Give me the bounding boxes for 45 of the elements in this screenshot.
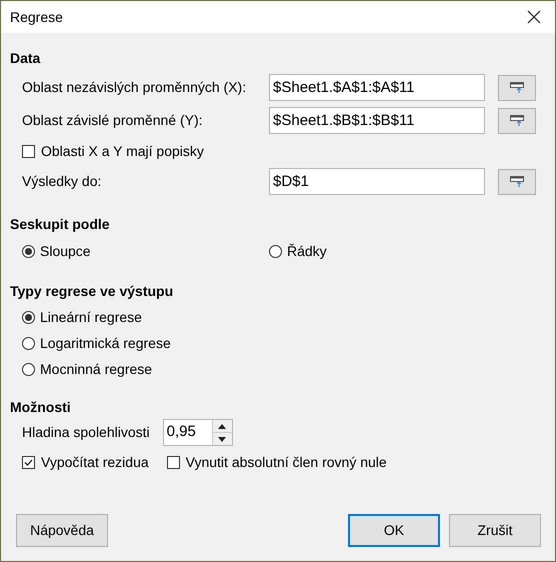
field-label: Oblast závislé proměnné (Y): (22, 111, 204, 130)
checkbox-label: Vynutit absolutní člen rovný nule (186, 453, 387, 472)
radio-label: Řádky (287, 242, 327, 261)
radio-button[interactable] (269, 245, 282, 258)
spin-up-button[interactable] (212, 420, 232, 433)
field-label: Výsledky do: (22, 172, 102, 191)
checkbox-label: Vypočítat rezidua (41, 453, 149, 472)
radio-label: Logaritmická regrese (40, 334, 171, 353)
spin-label: Hladina spolehlivosti (22, 423, 150, 442)
section-heading: Data (10, 49, 42, 67)
down-icon (218, 436, 226, 442)
checkbox[interactable] (22, 456, 35, 469)
dialog-button[interactable]: Nápověda (16, 514, 108, 547)
range-field[interactable]: $Sheet1.$A$1:$A$11 (269, 74, 485, 101)
radio-button[interactable] (22, 336, 35, 350)
radio-button[interactable] (22, 310, 35, 324)
close-button[interactable] (525, 8, 543, 26)
shrink-icon (510, 176, 524, 188)
dialog-button[interactable]: OK (348, 514, 440, 547)
shrink-button[interactable] (498, 168, 536, 194)
radio-label: Lineární regrese (40, 308, 142, 327)
checkbox-label: Oblasti X a Y mají popisky (41, 142, 204, 161)
checkbox[interactable] (22, 144, 35, 158)
section-heading: Typy regrese ve výstupu (10, 282, 174, 300)
field-label: Oblast nezávislých proměnných (X): (22, 78, 248, 97)
dialog-button[interactable]: Zrušit (449, 514, 541, 547)
checkbox[interactable] (166, 456, 180, 469)
spin-value: 0,95 (166, 422, 197, 442)
shrink-icon (510, 114, 524, 126)
spin-field[interactable]: 0,95 (162, 419, 233, 446)
spin-down-button[interactable] (212, 433, 232, 445)
radio-label: Mocninná regrese (40, 360, 152, 379)
shrink-icon (510, 82, 524, 94)
radio-label: Sloupce (40, 242, 91, 261)
up-icon (218, 424, 226, 428)
section-heading: Seskupit podle (10, 215, 111, 233)
close-icon (527, 10, 541, 24)
radio-button[interactable] (22, 362, 35, 376)
range-field[interactable]: $D$1 (269, 168, 485, 195)
radio-button[interactable] (22, 245, 35, 258)
shrink-button[interactable] (498, 108, 536, 134)
section-heading: Možnosti (10, 398, 72, 416)
window-title: Regrese (10, 8, 63, 27)
shrink-button[interactable] (498, 74, 536, 100)
range-field[interactable]: $Sheet1.$B$1:$B$11 (269, 107, 485, 134)
